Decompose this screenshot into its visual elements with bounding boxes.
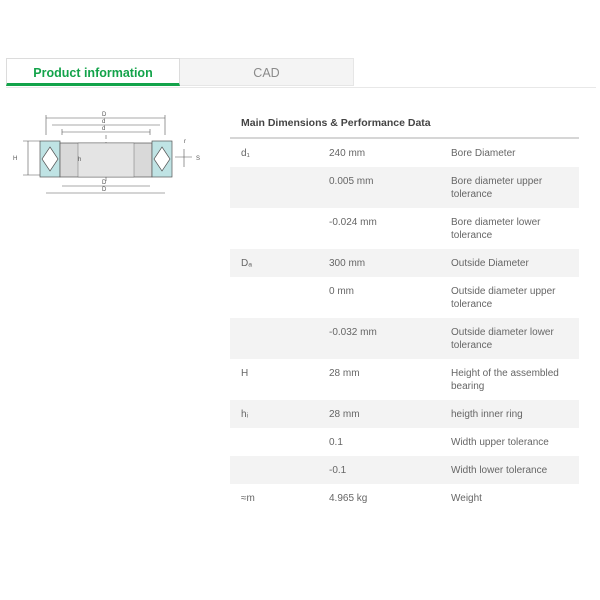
tab-cad[interactable]: CAD xyxy=(180,58,354,86)
table-title: Main Dimensions & Performance Data xyxy=(241,117,431,129)
table-row: 0.1 Width upper tolerance xyxy=(230,428,579,456)
row-symbol: Dₐ xyxy=(241,258,252,269)
row-symbol: d₁ xyxy=(241,148,250,159)
row-value: -0.1 xyxy=(329,465,347,476)
dimensions-table: d₁ 240 mm Bore Diameter 0.005 mm Bore di… xyxy=(230,139,579,512)
row-description: Outside diameter upper tolerance xyxy=(451,286,556,310)
row-description: Width lower tolerance xyxy=(451,465,548,476)
row-value: 28 mm xyxy=(329,409,360,420)
table-row: 0 mm Outside diameter upper tolerance xyxy=(230,277,579,318)
label-H: H xyxy=(13,156,17,162)
label-Da: D xyxy=(102,187,107,193)
table-row: Dₐ 300 mm Outside Diameter xyxy=(230,249,579,277)
label-d1: d xyxy=(102,126,105,132)
row-symbol: ≈m xyxy=(241,493,255,504)
row-description: Bore diameter lower tolerance xyxy=(451,217,541,241)
table-row: H 28 mm Height of the assembled bearing xyxy=(230,359,579,400)
table-row: -0.1 Width lower tolerance xyxy=(230,456,579,484)
table-row: d₁ 240 mm Bore Diameter xyxy=(230,139,579,167)
label-D1: D xyxy=(102,180,107,186)
row-description: Outside diameter lower tolerance xyxy=(451,327,554,351)
row-symbol: H xyxy=(241,368,249,379)
table-row: -0.032 mm Outside diameter lower toleran… xyxy=(230,318,579,359)
row-value: 0 mm xyxy=(329,286,354,297)
row-description: heigth inner ring xyxy=(451,409,523,420)
row-value: 240 mm xyxy=(329,148,366,159)
row-symbol: hᵢ xyxy=(241,409,249,420)
row-value: -0.024 mm xyxy=(329,217,377,228)
row-description: Bore diameter upper tolerance xyxy=(451,176,543,200)
row-value: 300 mm xyxy=(329,258,366,269)
row-value: 0.005 mm xyxy=(329,176,374,187)
table-row: 0.005 mm Bore diameter upper tolerance xyxy=(230,167,579,208)
table-row: ≈m 4.965 kg Weight xyxy=(230,484,579,512)
row-value: 28 mm xyxy=(329,368,360,379)
row-value: -0.032 mm xyxy=(329,327,377,338)
row-description: Weight xyxy=(451,493,482,504)
row-description: Height of the assembled bearing xyxy=(451,368,559,392)
label-r: r xyxy=(184,139,186,145)
row-description: Bore Diameter xyxy=(451,148,516,159)
table-row: hᵢ 28 mm heigth inner ring xyxy=(230,400,579,428)
bearing-drawing: D d d D D H h S r xyxy=(13,112,200,194)
label-dm: D xyxy=(102,112,107,118)
row-description: Outside Diameter xyxy=(451,258,529,269)
label-s: S xyxy=(196,156,200,162)
tab-divider xyxy=(6,87,596,88)
tab-product-information[interactable]: Product information xyxy=(6,58,180,86)
row-value: 4.965 kg xyxy=(329,493,368,504)
row-value: 0.1 xyxy=(329,437,343,448)
label-h: h xyxy=(78,157,81,163)
tab-bar: Product information CAD xyxy=(6,58,354,86)
row-description: Width upper tolerance xyxy=(451,437,549,448)
label-da-inner: d xyxy=(102,119,105,125)
table-row: -0.024 mm Bore diameter lower tolerance xyxy=(230,208,579,249)
